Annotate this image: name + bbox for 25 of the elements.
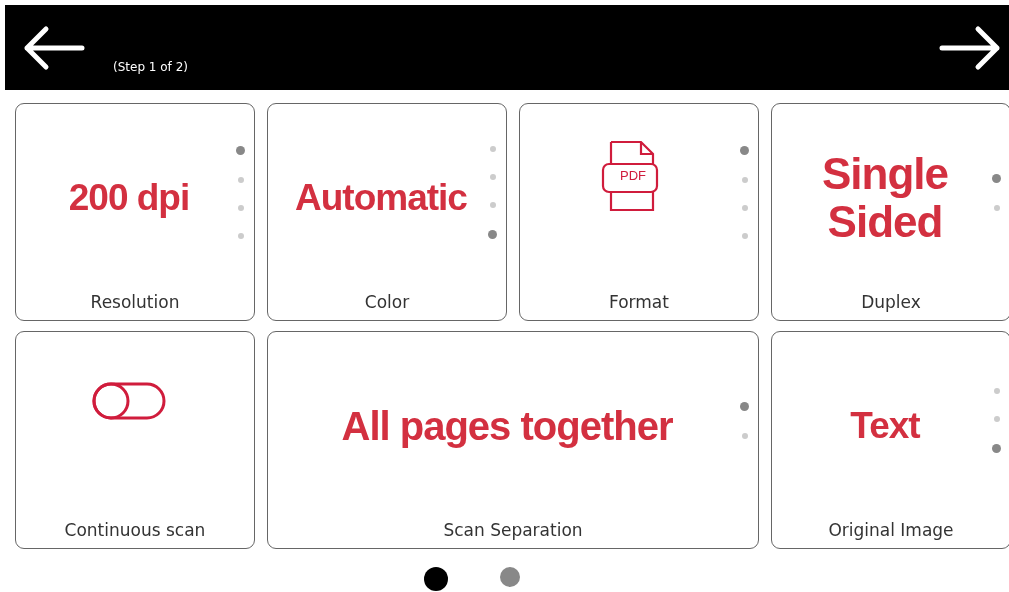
setting-value: 200 dpi [68,177,190,219]
setting-card[interactable]: PDF Format [519,103,759,321]
setting-label: Duplex [860,292,922,314]
setting-label: Scan Separation [442,520,584,542]
setting-card[interactable]: All pages together Scan Separation [267,331,759,549]
setting-label: Original Image [827,520,955,542]
setting-value: All pages together [341,404,673,448]
setting-label: Continuous scan [63,520,207,542]
page-dot[interactable] [500,567,520,587]
setting-card[interactable]: Continuous scan [15,331,255,549]
forward-arrow-icon [939,24,1001,71]
setting-label: Format [608,292,670,314]
step-indicator: (Step 1 of 2) [113,60,188,76]
back-arrow-icon [23,24,85,71]
setting-value: Text [850,405,920,447]
pdf-label: PDF [619,168,647,183]
page-dot[interactable] [424,567,448,591]
setting-card[interactable]: Text Original Image [771,331,1009,549]
setting-label: Resolution [89,292,181,314]
setting-card[interactable]: Automatic Color [267,103,507,321]
setting-card[interactable]: Single Sided Duplex [771,103,1009,321]
setting-label: Color [363,292,411,314]
setting-card[interactable]: 200 dpi Resolution [15,103,255,321]
setting-value: Automatic [295,177,467,219]
setting-value: Single Sided [821,149,949,247]
